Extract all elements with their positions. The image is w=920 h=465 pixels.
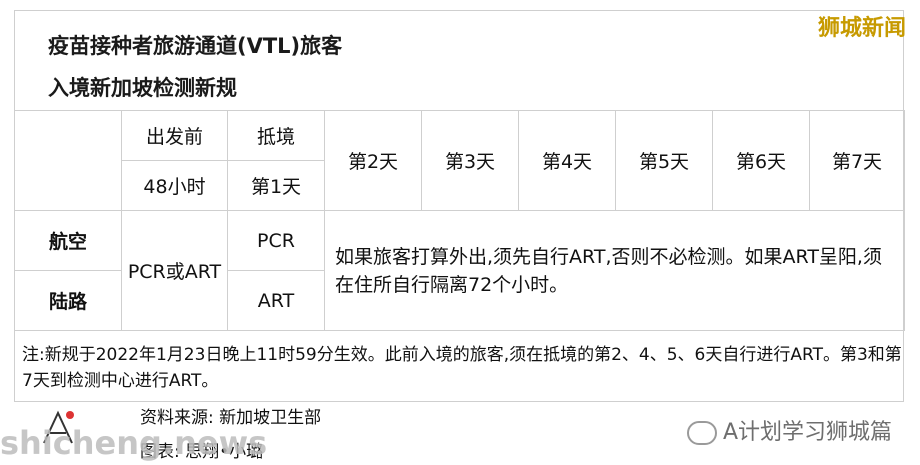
brand-watermark: 狮城新闻 (817, 16, 906, 41)
header-pre-departure-time: 48小时 (121, 160, 228, 211)
row-label-land: 陆路 (14, 270, 122, 331)
self-test-instruction: 如果旅客打算外出,须先自行ART,否则不必检测。如果ART呈阳,须在住所自行隔离… (324, 210, 905, 331)
pre-departure-test: PCR或ART (121, 210, 228, 331)
testing-schedule-table: 出发前 抵境 第2天 第3天 第4天 第5天 第6天 第7天 48小时 第1天 … (14, 110, 905, 331)
header-day-2: 第2天 (324, 110, 422, 211)
wechat-account-name: A计划学习狮城篇 (722, 420, 892, 445)
header-arrival: 抵境 (227, 110, 325, 161)
header-day-7: 第7天 (809, 110, 905, 211)
effective-date-note: 注:新规于2022年1月23日晚上11时59分生效。此前入境的旅客,须在抵境的第… (22, 345, 902, 391)
row-label-air: 航空 (14, 210, 122, 271)
air-arrival-test: PCR (227, 210, 325, 271)
title-line-2: 入境新加坡检测新规 (48, 76, 237, 100)
wechat-icon (686, 421, 717, 445)
header-day-6: 第6天 (712, 110, 810, 211)
empty-corner-cell (14, 110, 122, 211)
wechat-account-watermark: A计划学习狮城篇 (686, 414, 892, 446)
header-day-3: 第3天 (421, 110, 519, 211)
header-day-5: 第5天 (615, 110, 713, 211)
header-day-4: 第4天 (518, 110, 616, 211)
title-line-1: 疫苗接种者旅游通道(VTL)旅客 (48, 34, 343, 58)
header-pre-departure: 出发前 (121, 110, 228, 161)
site-watermark: shicheng.news (0, 424, 268, 462)
header-arrival-day: 第1天 (227, 160, 325, 211)
land-arrival-test: ART (227, 270, 325, 331)
